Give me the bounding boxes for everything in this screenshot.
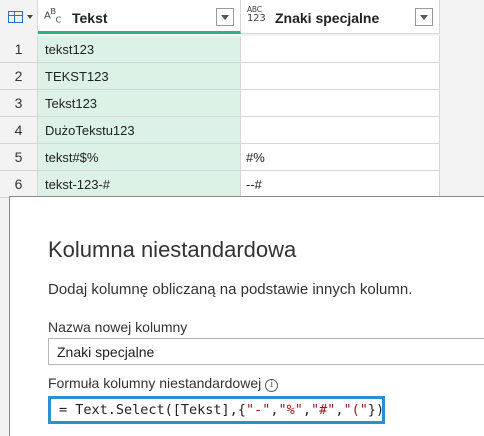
type-icon-letter-c: C [55,15,62,25]
row-number[interactable]: 3 [0,90,38,116]
formula-string-token: "%" [278,402,303,418]
type-icon-123: 123 [247,13,266,24]
formula-prefix: = Text.Select([Tekst],{ [59,402,246,418]
formula-string-token: "-" [245,402,271,418]
table-menu-button[interactable] [0,0,38,34]
chevron-down-icon [27,15,33,19]
any-type-icon[interactable]: ABC 123 [247,6,273,26]
column-filter-dropdown[interactable] [415,8,433,26]
cell-tekst[interactable]: Tekst123 [38,90,241,116]
column-header-znaki-specjalne[interactable]: ABC 123 Znaki specjalne [241,0,440,34]
cell-znaki-specjalne[interactable] [241,63,440,89]
data-grid: ABC Tekst ABC 123 Znaki specjalne 1 tekst… [0,0,440,198]
formula-separator: , [335,402,344,418]
cell-znaki-specjalne[interactable] [241,117,440,143]
column-title: Tekst [72,10,108,26]
formula-suffix: }) [367,402,385,418]
table-row: 3 Tekst123 [0,90,440,117]
dialog-description: Dodaj kolumnę obliczaną na podstawie inn… [48,281,413,298]
column-filter-dropdown[interactable] [216,8,234,26]
formula-string-token: "#" [311,402,336,418]
row-number[interactable]: 1 [0,36,38,62]
table-row: 6 tekst-123-# --# [0,171,440,198]
table-icon [8,11,23,23]
cell-znaki-specjalne[interactable]: --# [241,171,440,197]
cell-tekst[interactable]: tekst#$% [38,144,241,170]
new-column-name-label: Nazwa nowej kolumny [48,319,188,335]
cell-tekst[interactable]: DużoTekstu123 [38,117,241,143]
row-number[interactable]: 6 [0,171,38,197]
formula-string-token: "(" [343,402,368,418]
row-number[interactable]: 4 [0,117,38,143]
cell-znaki-specjalne[interactable]: #% [241,144,440,170]
custom-column-dialog: Kolumna niestandardowa Dodaj kolumnę obl… [9,196,484,436]
new-column-name-input[interactable] [48,338,484,365]
cell-tekst[interactable]: TEKST123 [38,63,241,89]
formula-label-row: Formuła kolumny niestandardowej i [48,375,279,392]
formula-editor[interactable]: = Text.Select([Tekst],{"-","%","#","("}) [48,396,385,424]
dialog-title: Kolumna niestandardowa [48,237,297,262]
formula-label: Formuła kolumny niestandardowej [48,375,262,391]
table-row: 1 tekst123 [0,36,440,63]
cell-tekst[interactable]: tekst-123-# [38,171,241,197]
row-number[interactable]: 2 [0,63,38,89]
table-row: 5 tekst#$% #% [0,144,440,171]
column-header-tekst[interactable]: ABC Tekst [38,0,241,34]
row-number[interactable]: 5 [0,144,38,170]
table-row: 4 DużoTekstu123 [0,117,440,144]
cell-tekst[interactable]: tekst123 [38,36,241,62]
text-type-icon[interactable]: ABC [44,6,70,26]
info-icon[interactable]: i [265,379,279,392]
column-title: Znaki specjalne [275,10,380,26]
table-row: 2 TEKST123 [0,63,440,90]
formula-separator: , [302,402,311,418]
cell-znaki-specjalne[interactable] [241,36,440,62]
cell-znaki-specjalne[interactable] [241,90,440,116]
